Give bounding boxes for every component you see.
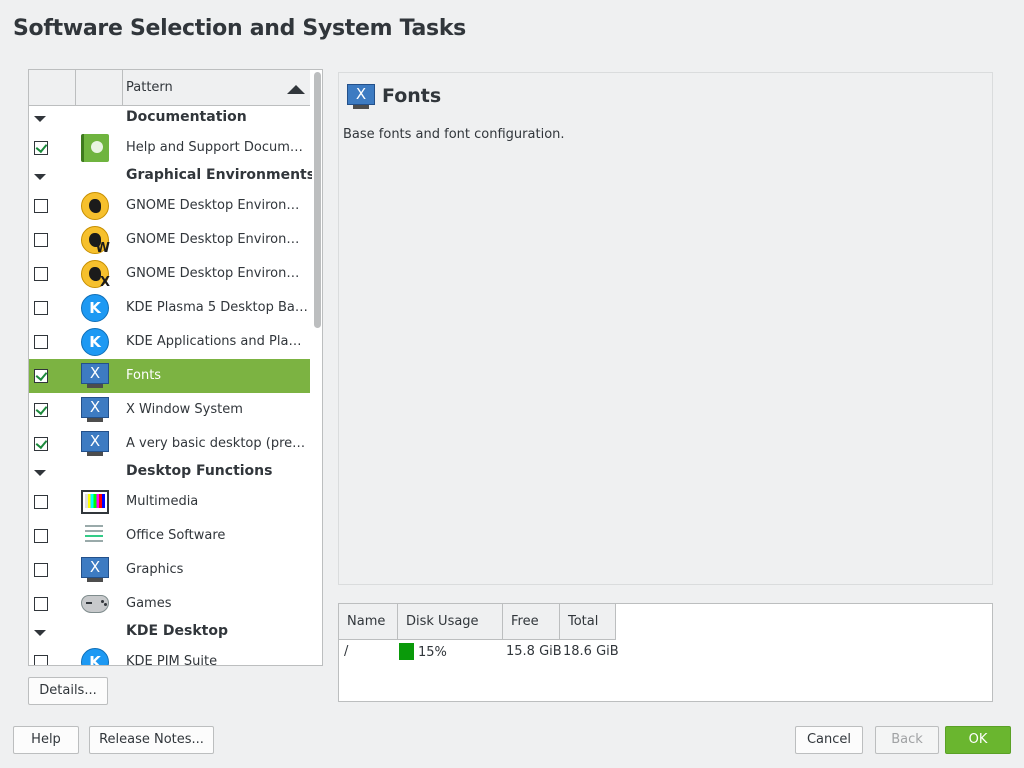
office-icon [83, 522, 107, 550]
scrollbar-thumb[interactable] [314, 72, 321, 328]
category-label: Documentation [126, 109, 247, 125]
pattern-description-pane: X Fonts Base fonts and font configuratio… [338, 72, 993, 585]
pattern-checkbox[interactable] [34, 267, 48, 281]
disk-header-total[interactable]: Total [560, 604, 616, 640]
release-notes-button[interactable]: Release Notes... [89, 726, 214, 754]
disk-usage-bar [399, 643, 414, 660]
kde-icon: K [81, 328, 109, 356]
header-icon-column[interactable] [76, 70, 123, 106]
category-label: Graphical Environments [126, 167, 316, 183]
pattern-row[interactable]: GNOME Desktop Environment (Wayland) [29, 189, 310, 223]
gamepad-icon [81, 595, 109, 613]
pattern-label: Graphics [126, 562, 184, 577]
pattern-label: KDE PIM Suite [126, 654, 218, 666]
pattern-label: KDE Applications and Plasma 5 Desktop [126, 334, 308, 349]
collapse-arrow-icon[interactable] [34, 630, 46, 636]
cancel-button[interactable]: Cancel [795, 726, 863, 754]
multimedia-icon [81, 490, 109, 514]
disk-header-name[interactable]: Name [339, 604, 398, 640]
pattern-label: A very basic desktop (previously part of… [126, 436, 308, 451]
category-label: KDE Desktop [126, 623, 228, 639]
pattern-checkbox[interactable] [34, 529, 48, 543]
pattern-checkbox[interactable] [34, 369, 48, 383]
pattern-row[interactable]: X GNOME Desktop Environment (X11) [29, 257, 310, 291]
pattern-row[interactable]: X Graphics [29, 553, 310, 587]
kde-icon: K [81, 294, 109, 322]
pattern-checkbox[interactable] [34, 199, 48, 213]
list-scrollbar[interactable] [312, 70, 322, 665]
pattern-row[interactable]: K KDE Plasma 5 Desktop Base [29, 291, 310, 325]
category-row[interactable]: Documentation [29, 107, 310, 131]
category-row[interactable]: KDE Desktop [29, 621, 310, 645]
category-row[interactable]: Graphical Environments [29, 165, 315, 189]
pattern-checkbox[interactable] [34, 335, 48, 349]
collapse-arrow-icon[interactable] [34, 174, 46, 180]
pattern-title: Fonts [382, 85, 442, 107]
pattern-row[interactable]: X Fonts [29, 359, 310, 393]
pattern-list[interactable]: Pattern Documentation Help and Support Do… [28, 69, 323, 666]
gnome-wayland-icon: W [81, 226, 110, 256]
header-pattern-column[interactable]: Pattern [123, 70, 310, 106]
category-row[interactable]: Desktop Functions [29, 461, 310, 485]
gnome-x11-icon: X [81, 260, 110, 290]
disk-header-usage[interactable]: Disk Usage [398, 604, 503, 640]
header-pattern-label: Pattern [126, 80, 173, 95]
pattern-checkbox[interactable] [34, 301, 48, 315]
pattern-checkbox[interactable] [34, 233, 48, 247]
pattern-row[interactable]: X X Window System [29, 393, 310, 427]
ok-button[interactable]: OK [945, 726, 1011, 754]
pattern-checkbox[interactable] [34, 495, 48, 509]
pattern-checkbox[interactable] [34, 403, 48, 417]
back-button[interactable]: Back [875, 726, 939, 754]
pattern-checkbox[interactable] [34, 597, 48, 611]
kde-pim-icon: K✉ [81, 648, 109, 665]
disk-usage-table[interactable]: Name Disk Usage Free Total / 15% 15.8 Gi… [338, 603, 993, 702]
pattern-row[interactable]: W GNOME Desktop Environment (Wayland) [29, 223, 310, 257]
sort-ascending-icon [287, 85, 305, 94]
pattern-row[interactable]: Help and Support Documentation [29, 131, 310, 165]
pattern-label: Help and Support Documentation [126, 140, 308, 155]
pattern-label: Fonts [126, 368, 162, 383]
pattern-label: Multimedia [126, 494, 199, 509]
pattern-label: GNOME Desktop Environment (Wayland) [126, 198, 308, 213]
disk-row-usage: 15% [418, 645, 447, 660]
pattern-label: Games [126, 596, 172, 611]
disk-row-name: / [344, 644, 349, 659]
collapse-arrow-icon[interactable] [34, 116, 46, 122]
book-icon [81, 134, 109, 162]
pattern-row[interactable]: Multimedia [29, 485, 310, 519]
list-header: Pattern [29, 70, 310, 106]
x-window-icon: X [81, 431, 109, 457]
x-window-icon: X [81, 557, 109, 583]
pattern-row[interactable]: K✉ KDE PIM Suite [29, 645, 310, 666]
pattern-label: X Window System [126, 402, 243, 417]
details-button[interactable]: Details... [28, 677, 108, 705]
x-window-icon: X [81, 363, 109, 389]
pattern-checkbox[interactable] [34, 141, 48, 155]
gnome-icon [81, 192, 109, 220]
header-checkbox-column[interactable] [29, 70, 76, 106]
pattern-label: GNOME Desktop Environment (Wayland) [126, 232, 308, 247]
category-label: Desktop Functions [126, 463, 273, 479]
pattern-row[interactable]: X A very basic desktop (previously part o… [29, 427, 310, 461]
pattern-checkbox[interactable] [34, 655, 48, 665]
disk-row-free: 15.8 GiB [506, 644, 562, 659]
disk-header: Name Disk Usage Free Total [339, 604, 616, 640]
disk-row-total: 18.6 GiB [563, 644, 619, 659]
pattern-checkbox[interactable] [34, 437, 48, 451]
pattern-label: KDE Plasma 5 Desktop Base [126, 300, 308, 315]
pattern-label: GNOME Desktop Environment (X11) [126, 266, 308, 281]
pattern-checkbox[interactable] [34, 563, 48, 577]
help-button[interactable]: Help [13, 726, 79, 754]
pattern-description: Base fonts and font configuration. [343, 127, 565, 142]
pattern-row[interactable]: Games [29, 587, 310, 621]
x-window-icon: X [81, 397, 109, 423]
pattern-row[interactable]: Office Software [29, 519, 310, 553]
window-title: Software Selection and System Tasks [13, 16, 466, 41]
collapse-arrow-icon[interactable] [34, 470, 46, 476]
disk-header-free[interactable]: Free [503, 604, 560, 640]
x-window-icon: X [347, 84, 375, 110]
pattern-row[interactable]: K KDE Applications and Plasma 5 Desktop [29, 325, 310, 359]
pattern-label: Office Software [126, 528, 226, 543]
